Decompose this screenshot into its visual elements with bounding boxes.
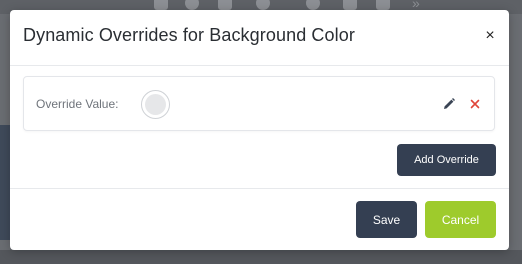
footer-divider bbox=[10, 188, 509, 189]
override-value-label: Override Value: bbox=[36, 97, 119, 111]
document-icon bbox=[343, 0, 357, 10]
tool-icon bbox=[218, 0, 232, 10]
delete-override-button[interactable] bbox=[468, 97, 482, 111]
dynamic-overrides-modal: Dynamic Overrides for Background Color ×… bbox=[10, 10, 509, 250]
settings-icon bbox=[185, 0, 199, 10]
pencil-icon bbox=[444, 98, 455, 109]
save-icon bbox=[154, 0, 168, 10]
modal-title: Dynamic Overrides for Background Color bbox=[23, 25, 355, 45]
eye-icon bbox=[306, 0, 320, 10]
history-icon bbox=[256, 0, 270, 10]
x-icon bbox=[470, 99, 480, 109]
close-button[interactable]: × bbox=[481, 27, 499, 45]
color-swatch-fill bbox=[145, 94, 166, 115]
background-panel bbox=[0, 125, 10, 240]
close-icon: × bbox=[485, 27, 495, 44]
modal-header: Dynamic Overrides for Background Color × bbox=[10, 10, 509, 66]
clipboard-icon bbox=[376, 0, 390, 10]
add-override-button[interactable]: Add Override bbox=[397, 144, 496, 176]
chevrons-right-icon: » bbox=[412, 0, 420, 11]
save-button[interactable]: Save bbox=[356, 201, 417, 238]
cancel-button[interactable]: Cancel bbox=[425, 201, 496, 238]
edit-override-button[interactable] bbox=[442, 97, 456, 111]
background-bottom-bar bbox=[0, 250, 522, 264]
override-item: Override Value: bbox=[23, 76, 495, 131]
override-color-swatch[interactable] bbox=[141, 90, 170, 119]
